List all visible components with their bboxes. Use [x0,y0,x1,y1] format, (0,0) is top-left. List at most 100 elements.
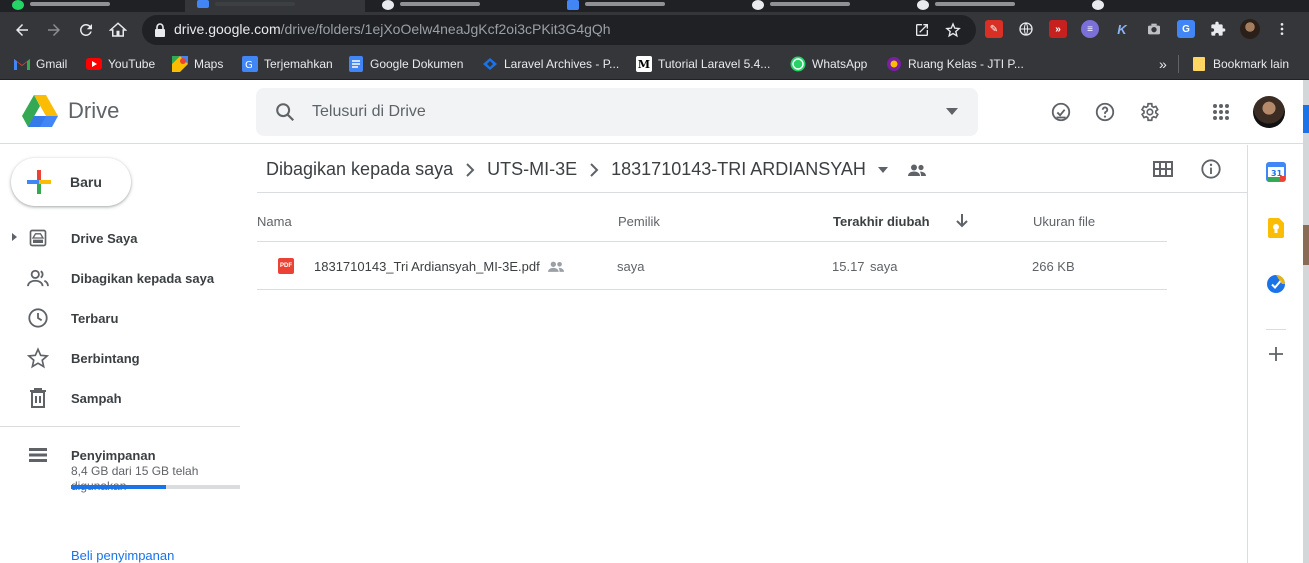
forward-button[interactable] [40,16,68,44]
back-button[interactable] [8,16,36,44]
browser-tab[interactable] [370,0,550,12]
search-icon[interactable] [274,101,296,123]
drive-app: Drive Baru [0,80,1309,563]
expand-caret-icon[interactable] [12,233,17,241]
buy-storage-link[interactable]: Beli penyimpanan [71,548,174,563]
account-avatar[interactable] [1253,96,1285,128]
grid-view-button[interactable] [1151,157,1175,181]
nav-label: Drive Saya [71,231,138,246]
more-bookmarks-button[interactable]: » [1159,55,1167,73]
new-button[interactable]: Baru [11,158,131,206]
k-extension-icon[interactable]: K [1113,20,1131,38]
plus-icon [1269,347,1283,361]
calendar-addon-button[interactable]: 31 [1264,160,1288,184]
puzzle-icon[interactable] [1209,20,1227,38]
bookmark-star-icon[interactable] [945,22,961,38]
shared-folder-icon [907,164,926,176]
offline-check-icon [1051,102,1071,122]
storage-usage-text: 8,4 GB dari 15 GB telah digunakan [71,464,199,493]
nav-item-shared[interactable]: Dibagikan kepada saya [0,258,240,298]
browser-tab-strip [0,0,1309,12]
medium-icon: M [636,56,652,72]
breadcrumb: Dibagikan kepada saya UTS-MI-3E 18317101… [266,159,926,180]
chevron-right-icon [465,162,475,177]
get-addons-button[interactable] [1264,342,1288,366]
browser-tab[interactable] [905,0,1075,12]
view-details-button[interactable] [1199,157,1223,181]
gear-icon [1140,102,1159,122]
save-extension-icon[interactable]: » [1049,20,1067,38]
chevron-right-icon [589,162,599,177]
window-edge-strip [1303,80,1309,563]
nav-item-trash[interactable]: Sampah [0,378,240,418]
edge-highlight [1303,225,1309,265]
breadcrumb-item[interactable]: Dibagikan kepada saya [266,159,453,180]
bookmark-laravel[interactable]: Laravel Archives - P... [482,55,619,73]
whatsapp-icon [790,56,806,72]
offline-ready-button[interactable] [1047,98,1075,126]
browser-tab-active[interactable] [185,0,365,12]
bookmark-youtube[interactable]: YouTube [86,55,155,73]
file-size: 266 KB [1032,259,1075,274]
browser-tab[interactable] [740,0,900,12]
browser-tab[interactable] [0,0,180,12]
help-icon [1095,102,1115,122]
search-input[interactable] [312,100,912,124]
nav-label: Dibagikan kepada saya [71,271,215,286]
browser-tab[interactable] [1080,0,1140,12]
home-icon [109,22,127,37]
browser-toolbar: drive.google.com/drive/folders/1ejXoOelw… [0,12,1309,49]
more-vert-icon[interactable] [1273,20,1291,38]
home-button[interactable] [104,16,132,44]
nav-item-recent[interactable]: Terbaru [0,298,240,338]
breadcrumb-item[interactable]: UTS-MI-3E [487,159,577,180]
camera-extension-icon[interactable] [1145,20,1163,38]
folder-menu-dropdown-icon[interactable] [877,166,888,173]
bookmark-ruang-kelas[interactable]: Ruang Kelas - JTI P... [886,55,1024,73]
column-header-owner[interactable]: Pemilik [618,214,660,229]
info-icon [1201,159,1221,179]
extension-icon[interactable]: ✎ [985,20,1003,38]
plus-colored-icon [27,170,51,194]
browser-tab[interactable] [555,0,735,12]
bookmark-whatsapp[interactable]: WhatsApp [790,55,867,73]
bookmark-maps[interactable]: Maps [172,55,223,73]
pattern-extension-icon[interactable]: ≡ [1081,20,1099,38]
column-header-name[interactable]: Nama [257,214,292,229]
keep-addon-button[interactable] [1264,216,1288,240]
search-bar[interactable] [256,88,978,136]
nav-item-starred[interactable]: Berbintang [0,338,240,378]
apps-launcher-button[interactable] [1207,98,1235,126]
bookmark-translate[interactable]: G Terjemahkan [242,55,333,73]
settings-button[interactable] [1135,98,1163,126]
grid-view-icon [1153,161,1173,177]
tasks-check-icon [1267,275,1285,293]
breadcrumb-current-folder[interactable]: 1831710143-TRI ARDIANSYAH [611,159,866,180]
bookmark-gmail[interactable]: Gmail [14,55,67,73]
arrow-right-icon [48,24,60,36]
sidebar-divider [0,426,240,427]
profile-avatar-icon[interactable] [1240,19,1260,39]
reload-icon [79,23,92,36]
address-bar[interactable]: drive.google.com/drive/folders/1ejXoOelw… [142,15,976,45]
bookmark-medium[interactable]: M Tutorial Laravel 5.4... [636,55,770,73]
tasks-addon-button[interactable] [1264,272,1288,296]
storage-label: Penyimpanan [71,448,156,463]
search-options-dropdown-icon[interactable] [946,108,958,115]
other-bookmarks-folder[interactable]: Bookmark lain [1178,55,1289,73]
column-header-size[interactable]: Ukuran file [1033,214,1095,229]
drive-logo[interactable]: Drive [22,95,119,127]
bookmark-docs[interactable]: Google Dokumen [348,55,463,73]
lock-icon [155,23,165,37]
column-header-modified[interactable]: Terakhir diubah [833,214,930,229]
sort-arrow-down-icon[interactable] [955,213,969,234]
side-panel: 31 [1247,145,1303,563]
globe-icon[interactable] [1017,20,1035,38]
help-button[interactable] [1091,98,1119,126]
translate-extension-icon[interactable]: G [1177,20,1195,38]
table-row[interactable]: PDF 1831710143_Tri Ardiansyah_MI-3E.pdf … [257,242,1167,290]
open-in-app-icon[interactable] [914,22,930,38]
nav-item-my-drive[interactable]: Drive Saya [0,218,240,258]
reload-button[interactable] [72,16,100,44]
drive-logo-icon [22,95,58,127]
